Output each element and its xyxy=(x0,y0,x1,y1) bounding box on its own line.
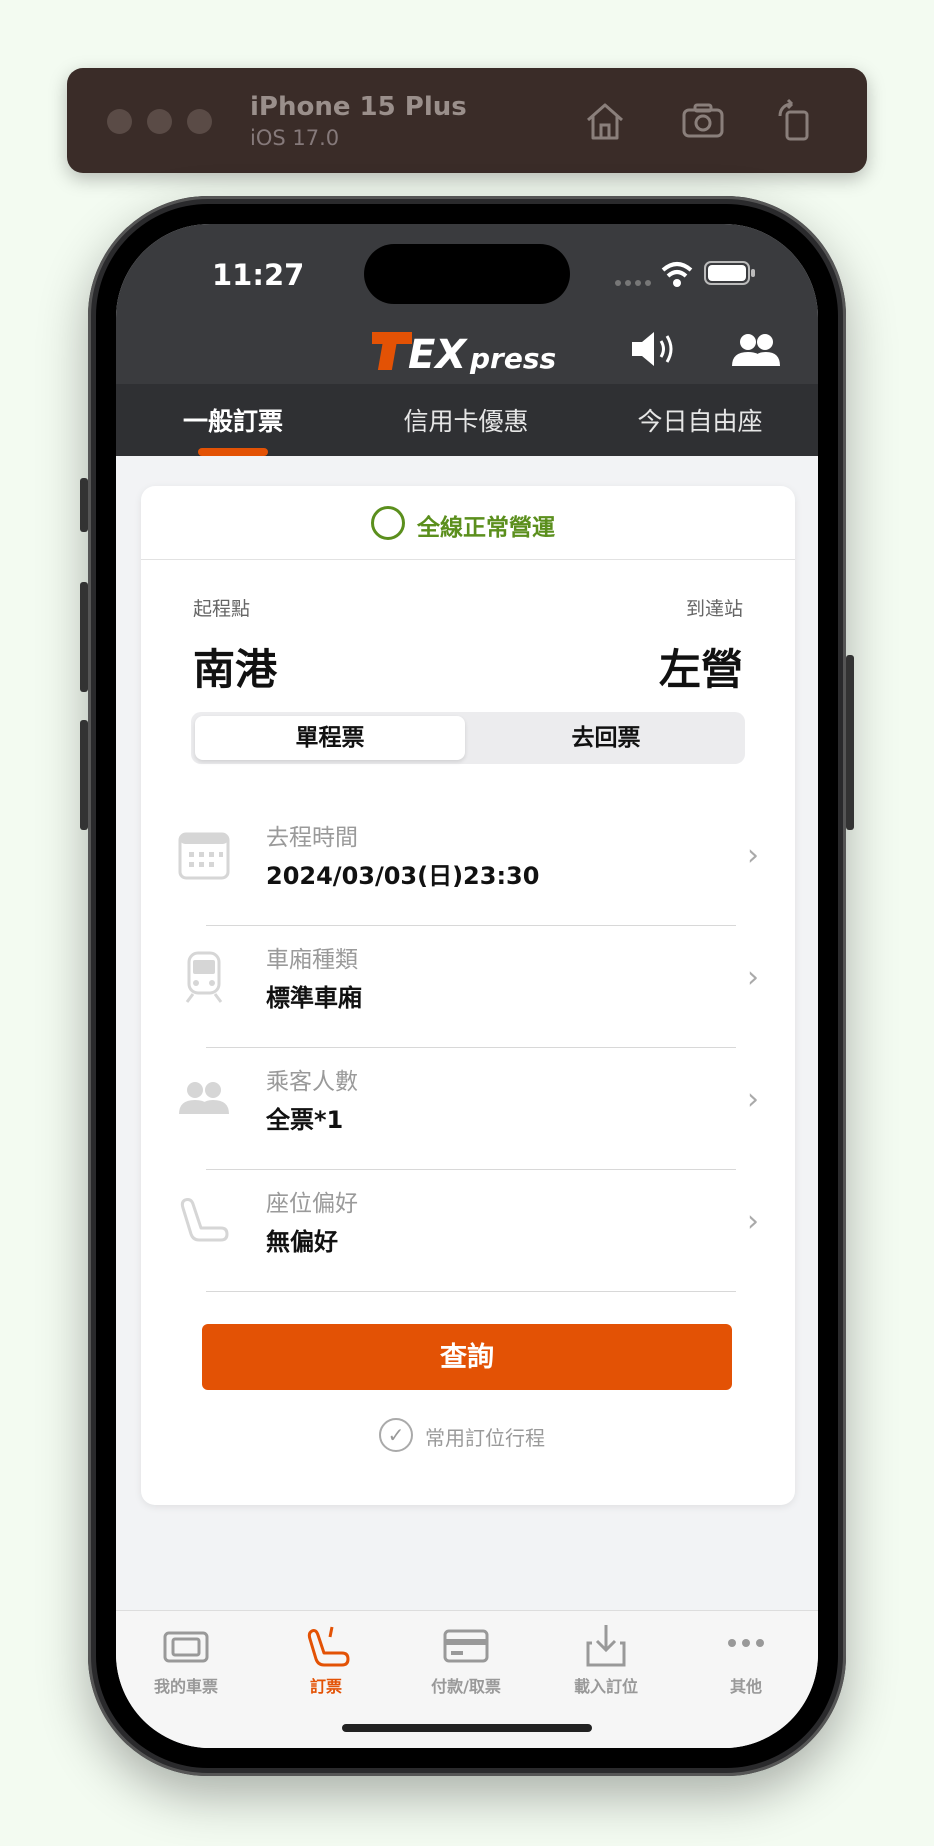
phone-screen: 11:27 EX press 一般訂票 信用卡優惠 今日自由座 全線正常營運 起… xyxy=(116,224,818,1748)
one-way-option[interactable]: 單程票 xyxy=(195,716,465,760)
volume-up-button xyxy=(80,582,88,692)
chevron-right-icon: › xyxy=(747,1204,759,1239)
app-header: 11:27 EX press 一般訂票 信用卡優惠 今日自由座 xyxy=(116,224,818,456)
mute-switch xyxy=(80,478,88,532)
tab-booking[interactable]: 訂票 xyxy=(256,1623,396,1697)
screenshot-icon[interactable] xyxy=(680,98,726,144)
chevron-right-icon: › xyxy=(747,1082,759,1117)
simulator-device-name: iPhone 15 Plus xyxy=(250,92,467,122)
passenger-count-label: 乘客人數 xyxy=(266,1069,358,1095)
favorite-trips-link[interactable]: 常用訂位行程 xyxy=(425,1422,545,1451)
operation-status-row: 全線正常營運 xyxy=(141,486,795,560)
svg-text:press: press xyxy=(469,342,556,375)
wifi-icon xyxy=(661,262,693,287)
checkmark-icon[interactable]: ✓ xyxy=(379,1418,413,1452)
tab-label: 其他 xyxy=(729,1677,762,1696)
departure-time-value: 2024/03/03(日)23:30 xyxy=(266,862,540,890)
origin-station[interactable]: 南港 xyxy=(193,636,277,697)
status-time: 11:27 xyxy=(212,258,305,292)
battery-icon xyxy=(704,261,755,285)
signal-icon xyxy=(615,280,651,286)
operation-status-text: 全線正常營運 xyxy=(417,515,555,541)
status-ok-icon xyxy=(371,506,405,540)
car-type-label: 車廂種類 xyxy=(266,947,358,973)
tab-credit-card-offers[interactable]: 信用卡優惠 xyxy=(366,402,566,438)
active-tab-indicator xyxy=(198,448,268,456)
tab-load-booking[interactable]: 載入訂位 xyxy=(536,1623,676,1697)
tab-label: 付款/取票 xyxy=(431,1677,501,1696)
more-icon xyxy=(728,1639,764,1647)
departure-time-row[interactable]: 去程時間 2024/03/03(日)23:30 › xyxy=(141,804,795,926)
window-close-dot[interactable] xyxy=(107,109,132,134)
seat-preference-label: 座位偏好 xyxy=(266,1191,358,1217)
tab-general-booking[interactable]: 一般訂票 xyxy=(133,402,333,438)
window-minimize-dot[interactable] xyxy=(147,109,172,134)
departure-time-label: 去程時間 xyxy=(266,825,358,851)
seat-preference-row[interactable]: 座位偏好 無偏好 › xyxy=(141,1170,795,1292)
passengers-icon xyxy=(179,1082,229,1114)
ticket-icon xyxy=(163,1631,209,1663)
svg-text:EX: EX xyxy=(408,332,468,378)
destination-label: 到達站 xyxy=(685,598,743,620)
train-icon xyxy=(185,951,223,1003)
tab-my-tickets[interactable]: 我的車票 xyxy=(116,1623,256,1697)
seat-preference-value: 無偏好 xyxy=(266,1228,338,1256)
origin-label: 起程點 xyxy=(193,598,251,620)
seat-booking-icon xyxy=(307,1626,350,1667)
home-icon[interactable] xyxy=(582,98,628,144)
simulator-toolbar: iPhone 15 Plus iOS 17.0 xyxy=(67,68,867,173)
tab-label: 訂票 xyxy=(309,1677,342,1696)
dynamic-island xyxy=(364,244,570,304)
search-button[interactable]: 查詢 xyxy=(202,1324,732,1390)
row-divider xyxy=(206,1291,736,1292)
members-icon[interactable] xyxy=(728,324,784,374)
car-type-row[interactable]: 車廂種類 標準車廂 › xyxy=(141,926,795,1048)
tab-payment-pickup[interactable]: 付款/取票 xyxy=(396,1623,536,1697)
tab-label: 載入訂位 xyxy=(573,1677,638,1696)
volume-icon[interactable] xyxy=(626,324,682,374)
calendar-icon xyxy=(178,832,230,880)
download-icon xyxy=(586,1625,626,1667)
tab-more[interactable]: 其他 xyxy=(676,1623,816,1697)
trip-type-segmented-control: 單程票 去回票 xyxy=(191,712,745,764)
seat-icon xyxy=(180,1198,229,1242)
passenger-count-row[interactable]: 乘客人數 全票*1 › xyxy=(141,1048,795,1170)
round-trip-option[interactable]: 去回票 xyxy=(471,716,741,760)
texpress-logo: EX press xyxy=(372,332,556,378)
card-icon xyxy=(443,1629,489,1663)
window-zoom-dot[interactable] xyxy=(187,109,212,134)
tab-non-reserved-seats[interactable]: 今日自由座 xyxy=(600,402,800,438)
chevron-right-icon: › xyxy=(747,838,759,873)
volume-down-button xyxy=(80,720,88,830)
home-indicator[interactable] xyxy=(342,1724,592,1732)
car-type-value: 標準車廂 xyxy=(266,984,362,1012)
top-tab-bar: 一般訂票 信用卡優惠 今日自由座 xyxy=(116,384,818,456)
passenger-count-value: 全票*1 xyxy=(266,1106,344,1134)
tab-label: 我的車票 xyxy=(153,1677,218,1696)
rotate-icon[interactable] xyxy=(772,98,818,144)
power-button xyxy=(846,655,854,830)
destination-station[interactable]: 左營 xyxy=(659,636,743,697)
chevron-right-icon: › xyxy=(747,960,759,995)
simulator-os-version: iOS 17.0 xyxy=(250,126,340,150)
booking-card: 全線正常營運 起程點 到達站 南港 左營 單程票 去回票 去程時間 2024/0… xyxy=(141,486,795,1505)
